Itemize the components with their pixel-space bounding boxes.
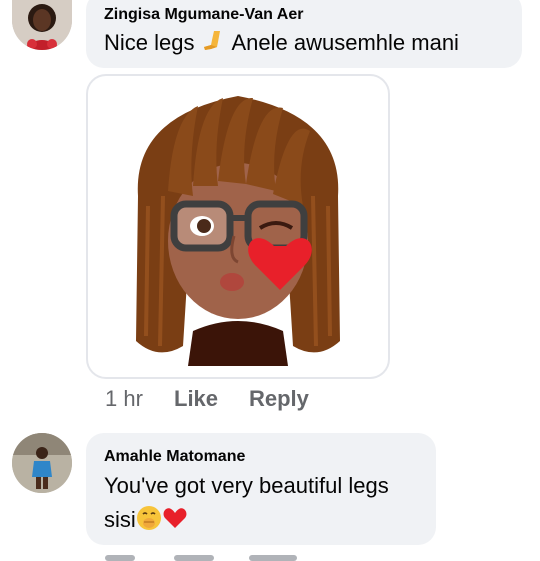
comment-text-end: sisi <box>104 507 136 532</box>
memoji-wink-kiss-sticker <box>136 96 340 366</box>
avatar-zingisa[interactable] <box>12 0 72 50</box>
face-with-hand-over-mouth-emoji-icon <box>136 505 162 537</box>
red-heart-emoji-icon <box>162 505 188 537</box>
like-button[interactable]: Like <box>174 386 218 412</box>
partial-action-row <box>105 555 135 561</box>
comment-author[interactable]: Amahle Matomane <box>104 448 245 466</box>
leg-emoji-icon <box>201 29 227 59</box>
comment-text-start: Nice legs <box>104 30 201 55</box>
comment-text-line: You've got very beautiful legs <box>104 473 389 498</box>
partial-action-row <box>174 555 214 561</box>
comment-text: Nice legs Anele awusemhle mani <box>104 29 459 59</box>
reply-button[interactable]: Reply <box>249 386 309 412</box>
comment-text-end: Anele awusemhle mani <box>226 30 459 55</box>
avatar-amahle[interactable] <box>12 433 72 493</box>
comment-timestamp: 1 hr <box>105 386 143 411</box>
sticker-card[interactable] <box>86 74 390 379</box>
comment-text-line: sisi <box>104 505 188 537</box>
partial-action-row <box>249 555 297 561</box>
comment-author[interactable]: Zingisa Mgumane-Van Aer <box>104 6 303 24</box>
